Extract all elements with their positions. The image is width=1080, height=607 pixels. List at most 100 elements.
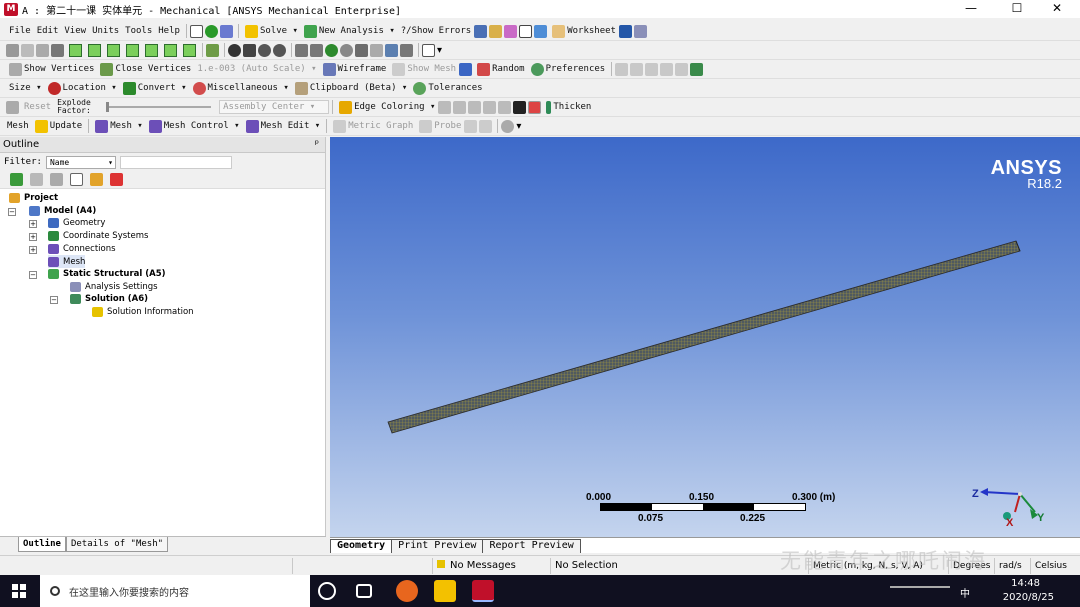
cube-icon[interactable] <box>690 62 704 76</box>
pen-icon[interactable] <box>513 100 527 114</box>
tree-item-solution-information[interactable]: Solution Information <box>92 305 194 318</box>
tab-details-mesh[interactable]: Details of "Mesh" <box>65 537 169 552</box>
box-zoom-icon[interactable] <box>310 43 323 57</box>
thicken-button[interactable]: Thicken <box>543 99 594 116</box>
status-messages[interactable]: No Messages <box>432 558 550 574</box>
image-icon[interactable] <box>504 24 518 38</box>
expand-icon[interactable]: + <box>29 233 37 241</box>
new-analysis-button[interactable]: New Analysis ▾ <box>301 23 398 40</box>
zoom-fit-icon[interactable] <box>295 43 308 57</box>
solve-button[interactable]: Solve ▾ <box>242 23 301 40</box>
model-canvas[interactable]: Z X Y <box>330 137 1080 537</box>
menu-units[interactable]: Units <box>89 23 122 40</box>
face-select-icon[interactable] <box>107 43 120 57</box>
location-dropdown[interactable]: Location ▾ <box>45 80 120 97</box>
close-button[interactable]: ✕ <box>1034 0 1080 18</box>
tree-filter-icon[interactable] <box>50 173 63 186</box>
cursor-mode-icon[interactable] <box>51 43 64 57</box>
edge-style-icon-2[interactable] <box>453 100 467 114</box>
pin-icon[interactable]: ᵖ <box>315 139 319 150</box>
refresh-icon[interactable] <box>10 173 23 186</box>
visibility-icon[interactable] <box>206 43 219 57</box>
node-select-icon[interactable] <box>145 43 158 57</box>
report-icon[interactable] <box>489 24 503 38</box>
text-icon[interactable] <box>519 24 533 38</box>
element-select-icon[interactable] <box>183 43 196 57</box>
zoom-box-icon[interactable] <box>273 43 286 57</box>
element-face-select-icon[interactable] <box>164 43 177 57</box>
clipboard-dropdown[interactable]: Clipboard (Beta) ▾ <box>292 80 411 97</box>
pan-icon[interactable] <box>243 43 256 57</box>
min-icon[interactable] <box>479 119 493 133</box>
menu-help[interactable]: Help <box>155 23 183 40</box>
wireframe-button[interactable]: Wireframe <box>320 61 390 78</box>
tree-item-solution[interactable]: Solution (A6) <box>70 292 148 305</box>
tree-item-static-structural[interactable]: Static Structural (A5) <box>48 267 166 280</box>
edge-style-icon[interactable] <box>438 100 452 114</box>
ansys-workbench-icon[interactable] <box>434 580 456 602</box>
worksheet-button[interactable]: Worksheet <box>549 23 619 40</box>
expand-icon[interactable]: + <box>29 246 37 254</box>
menu-view[interactable]: View <box>61 23 89 40</box>
tree-item-project[interactable]: Project <box>9 191 58 204</box>
rotate-icon[interactable] <box>228 43 241 57</box>
tab-report-preview[interactable]: Report Preview <box>482 539 581 553</box>
close-vertices-button[interactable]: Close Vertices <box>97 61 194 78</box>
coordinate-triad[interactable]: Z X Y <box>972 488 1045 529</box>
tolerances-button[interactable]: Tolerances <box>410 80 485 97</box>
meshed-beam-body[interactable] <box>387 240 1021 434</box>
clock-time[interactable]: 14:48 <box>1011 578 1040 589</box>
edge-select-icon[interactable] <box>88 43 101 57</box>
filter-input[interactable] <box>119 155 232 169</box>
menu-tools[interactable]: Tools <box>122 23 155 40</box>
graph-icon[interactable] <box>474 24 488 38</box>
show-errors-button[interactable]: ?/Show Errors <box>398 23 474 40</box>
body-select-icon[interactable] <box>126 43 139 57</box>
tab-print-preview[interactable]: Print Preview <box>391 539 484 553</box>
size-dropdown[interactable]: Size ▾ <box>6 80 45 97</box>
edge-display-icon[interactable] <box>615 62 629 76</box>
convert-dropdown[interactable]: Convert ▾ <box>120 80 190 97</box>
next-view-icon[interactable] <box>385 43 398 57</box>
folder-icon[interactable] <box>90 173 103 186</box>
cortana-icon[interactable] <box>318 582 336 600</box>
clock-date[interactable]: 2020/8/25 <box>1003 592 1054 603</box>
metric-graph-button[interactable]: Metric Graph <box>330 118 416 135</box>
taskbar-search[interactable]: 在这里输入你要搜索的内容 <box>40 575 310 607</box>
tab-outline[interactable]: Outline <box>18 537 66 552</box>
move-icon[interactable] <box>219 24 233 38</box>
thin-icon[interactable] <box>528 100 542 114</box>
status-celsius[interactable]: Celsius <box>1030 558 1080 574</box>
random-colors-icon[interactable] <box>459 62 473 76</box>
tree-item-geometry[interactable]: Geometry <box>48 216 105 229</box>
windows-start-icon[interactable] <box>12 584 26 598</box>
menu-edit[interactable]: Edit <box>34 23 62 40</box>
graphics-viewport[interactable]: ANSYS R18.2 Z X Y 0.000 0.150 0.300 (m) … <box>330 137 1080 537</box>
edge-display-icon-5[interactable] <box>675 62 689 76</box>
print-icon[interactable] <box>400 43 413 57</box>
menu-file[interactable]: File <box>6 23 34 40</box>
max-icon[interactable] <box>464 119 478 133</box>
sort-icon[interactable] <box>110 173 123 186</box>
update-button[interactable]: Update <box>32 118 86 135</box>
magnify-icon[interactable] <box>340 43 353 57</box>
mesh-dropdown[interactable]: Mesh ▾ <box>92 118 146 135</box>
minimize-button[interactable]: — <box>948 0 994 18</box>
probe-button[interactable]: Probe <box>416 118 464 135</box>
show-vertices-button[interactable]: Show Vertices <box>6 61 97 78</box>
preferences-button[interactable]: Preferences <box>528 61 609 78</box>
tree-item-connections[interactable]: Connections <box>48 242 116 255</box>
random-button[interactable]: Random <box>474 61 528 78</box>
ime-indicator[interactable]: 中 <box>960 585 970 600</box>
collapse-icon[interactable]: − <box>29 271 37 279</box>
task-view-icon[interactable] <box>356 584 372 598</box>
mesh-edit-dropdown[interactable]: Mesh Edit ▾ <box>243 118 324 135</box>
mechanical-app-icon[interactable] <box>472 580 494 602</box>
select-mode-icon[interactable] <box>6 43 19 57</box>
expand-icon[interactable]: + <box>29 220 37 228</box>
firefox-icon[interactable] <box>396 580 418 602</box>
viewport-layout-icon[interactable] <box>422 43 435 57</box>
previous-view-icon[interactable] <box>370 43 383 57</box>
reset-button[interactable]: Reset <box>21 99 54 116</box>
tag-icon[interactable] <box>633 24 647 38</box>
